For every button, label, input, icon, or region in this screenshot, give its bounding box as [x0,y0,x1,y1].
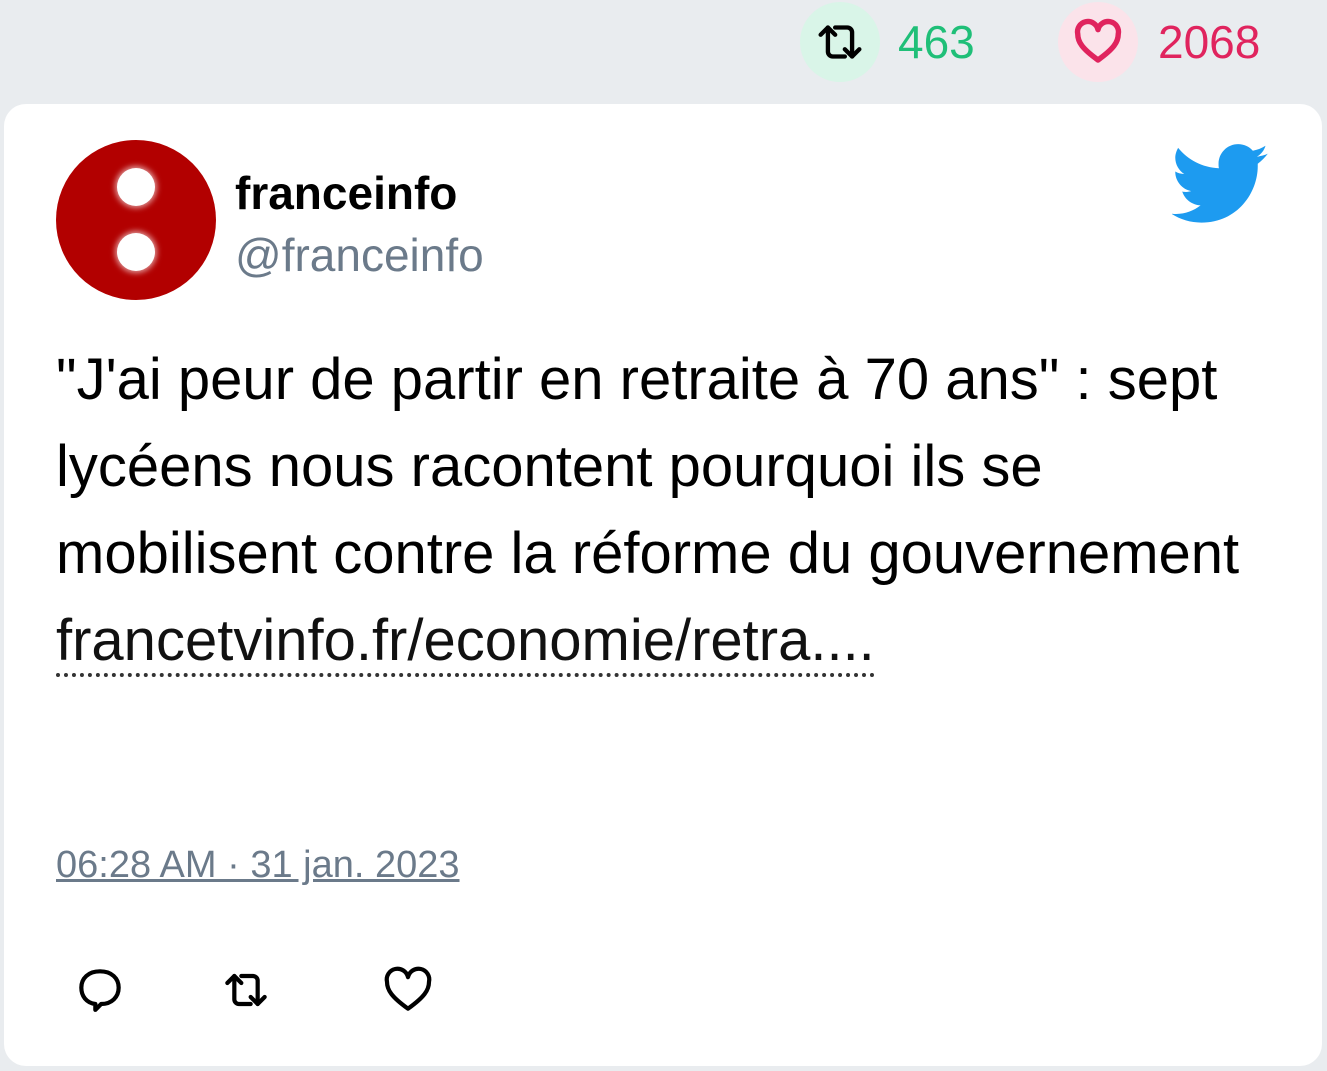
action-bar [4,962,1322,1022]
retweet-stat[interactable]: 463 [800,2,975,82]
avatar-dot [117,233,155,271]
stats-bar: 463 2068 [0,0,1327,100]
like-stat[interactable]: 2068 [1058,2,1260,82]
retweet-count: 463 [898,16,975,68]
avatar-dot [117,168,155,206]
tweet-link[interactable]: francetvinfo.fr/economie/retra.... [56,608,875,677]
tweet-body: "J'ai peur de partir en retraite à 70 an… [56,336,1276,684]
like-count: 2068 [1158,16,1261,68]
user-handle[interactable]: @franceinfo [235,228,484,282]
retweet-icon[interactable] [800,2,880,82]
heart-icon[interactable] [1058,2,1138,82]
like-action-icon[interactable] [380,962,436,1018]
tweet-text: "J'ai peur de partir en retraite à 70 an… [56,347,1240,586]
tweet-timestamp[interactable]: 06:28 AM · 31 jan. 2023 [56,844,460,887]
display-name[interactable]: franceinfo [235,166,457,220]
twitter-bird-icon[interactable] [1172,144,1270,226]
avatar[interactable] [56,140,216,300]
retweet-action-icon[interactable] [216,962,276,1018]
reply-icon[interactable] [72,962,128,1018]
tweet-card: franceinfo @franceinfo "J'ai peur de par… [4,104,1322,1066]
